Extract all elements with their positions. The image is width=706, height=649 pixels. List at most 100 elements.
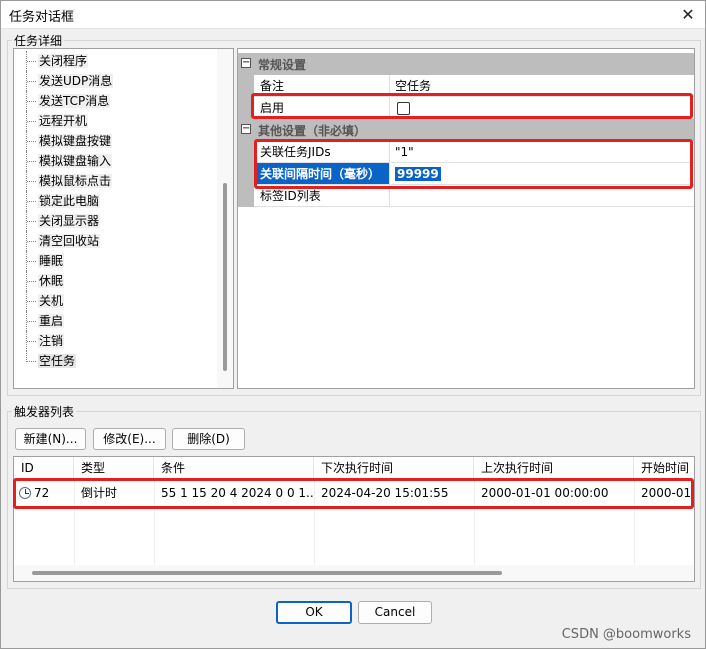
prop-interval-name: 关联间隔时间（毫秒） — [254, 163, 390, 185]
tree-item-label: 重启 — [38, 314, 65, 328]
prop-tag-ids-name: 标签ID列表 — [254, 185, 390, 207]
col-start[interactable]: 开始时间 — [634, 457, 694, 480]
tree-branch-line — [26, 191, 36, 211]
tree-item[interactable]: 睡眠 — [14, 251, 219, 271]
watermark: CSDN @boomworks — [561, 627, 691, 642]
tree-item[interactable]: 关闭程序 — [14, 51, 219, 71]
prop-remark-value[interactable]: 空任务 — [391, 75, 694, 97]
tree-item-label: 关闭程序 — [38, 54, 89, 68]
category-other-label: 其他设置（非必填） — [258, 124, 367, 138]
tree-item[interactable]: 休眠 — [14, 271, 219, 291]
tree-branch-line — [26, 151, 36, 171]
collapse-icon[interactable]: − — [241, 58, 251, 68]
trigger-list-header: ID 类型 条件 下次执行时间 上次执行时间 开始时间 — [14, 457, 694, 480]
category-general[interactable]: − 常规设置 — [238, 53, 694, 75]
tree-scrollbar[interactable] — [217, 49, 233, 388]
clock-icon — [19, 487, 31, 499]
task-type-tree[interactable]: 关闭程序发送UDP消息 发送TCP消息 远程开机模拟键盘按键 模拟键盘输入 模拟鼠标点击… — [13, 48, 234, 389]
prop-enable-name: 启用 — [254, 97, 390, 119]
tree-item-label: 关机 — [38, 294, 65, 308]
tree-item[interactable]: 发送TCP消息 — [14, 91, 219, 111]
tree-item-label: 远程开机 — [38, 114, 89, 128]
prop-related-ids-value[interactable]: "1" — [391, 141, 694, 163]
ok-button[interactable]: OK — [276, 601, 352, 624]
trigger-list-legend: 触发器列表 — [14, 405, 75, 419]
prop-tag-ids-value[interactable] — [391, 185, 694, 207]
tree-item-label: 发送TCP消息 — [38, 94, 111, 108]
close-icon[interactable]: ✕ — [677, 4, 699, 26]
tree-branch-line — [26, 331, 36, 351]
tree-scrollbar-thumb[interactable] — [223, 183, 227, 371]
category-other[interactable]: − 其他设置（非必填） — [238, 119, 694, 141]
prop-interval[interactable]: 关联间隔时间（毫秒） 99999 — [238, 163, 694, 185]
tree-item[interactable]: 模拟鼠标点击 — [14, 171, 219, 191]
category-general-label: 常规设置 — [258, 58, 307, 72]
tree-branch-line — [26, 271, 36, 291]
trigger-list[interactable]: ID 类型 条件 下次执行时间 上次执行时间 开始时间 72 倒计时 55 1 … — [13, 456, 695, 582]
tree-item[interactable]: 锁定此电脑 — [14, 191, 219, 211]
collapse-icon[interactable]: − — [241, 124, 251, 134]
tree-item[interactable]: 模拟键盘按键 — [14, 131, 219, 151]
tree-item-label: 模拟键盘输入 — [38, 154, 113, 168]
prop-remark[interactable]: 备注 空任务 — [238, 75, 694, 97]
tree-item[interactable]: 注销 — [14, 331, 219, 351]
cell-start: 2000-01-... — [641, 486, 695, 500]
interval-value-text[interactable]: 99999 — [395, 167, 441, 181]
tree-item[interactable]: 重启 — [14, 311, 219, 331]
tree-branch-line — [26, 231, 36, 251]
col-type[interactable]: 类型 — [74, 457, 154, 480]
tree-item[interactable]: 发送UDP消息 — [14, 71, 219, 91]
tree-item-label: 睡眠 — [38, 254, 65, 268]
enable-checkbox[interactable] — [397, 102, 410, 115]
tree-branch-line — [26, 71, 36, 91]
cancel-button[interactable]: Cancel — [358, 601, 432, 624]
trigger-list-scrollbar-thumb[interactable] — [32, 571, 502, 575]
cell-condition: 55 1 15 20 4 2024 0 0 1... — [161, 486, 314, 500]
tree-item[interactable]: 远程开机 — [14, 111, 219, 131]
tree-item[interactable]: 空任务 — [14, 351, 219, 371]
tree-branch-line — [26, 351, 36, 362]
prop-interval-value[interactable]: 99999 — [391, 163, 694, 185]
tree-branch-line — [26, 291, 36, 311]
col-id[interactable]: ID — [14, 457, 74, 480]
tree-item-label: 模拟键盘按键 — [38, 134, 113, 148]
table-row[interactable]: 72 倒计时 55 1 15 20 4 2024 0 0 1... 2024-0… — [14, 481, 695, 505]
tree-branch-line — [26, 91, 36, 111]
prop-enable[interactable]: 启用 — [238, 97, 694, 119]
trigger-list-scrollbar[interactable] — [14, 565, 694, 581]
cell-id: 72 — [14, 481, 74, 505]
prop-related-ids-name: 关联任务JIDs — [254, 141, 390, 163]
prop-tag-ids[interactable]: 标签ID列表 — [238, 185, 694, 207]
prop-enable-value — [391, 97, 694, 119]
tree-item-label: 关闭显示器 — [38, 214, 101, 228]
tree-item[interactable]: 模拟键盘输入 — [14, 151, 219, 171]
cell-last-run: 2000-01-01 00:00:00 — [481, 486, 609, 500]
tree-branch-line — [26, 111, 36, 131]
tree-item[interactable]: 清空回收站 — [14, 231, 219, 251]
tree-item[interactable]: 关机 — [14, 291, 219, 311]
prop-remark-name: 备注 — [254, 75, 390, 97]
tree-branch-line — [26, 251, 36, 271]
col-condition[interactable]: 条件 — [154, 457, 314, 480]
col-next-run[interactable]: 下次执行时间 — [314, 457, 474, 480]
tree-item-label: 空任务 — [38, 354, 77, 368]
tree-branch-line — [26, 311, 36, 331]
prop-related-ids[interactable]: 关联任务JIDs "1" — [238, 141, 694, 163]
tree-item-label: 休眠 — [38, 274, 65, 288]
property-grid-blank — [238, 207, 694, 388]
tree-branch-line — [26, 51, 36, 71]
cell-next-run: 2024-04-20 15:01:55 — [321, 486, 449, 500]
cell-type: 倒计时 — [81, 486, 118, 500]
tree-item-label: 锁定此电脑 — [38, 194, 101, 208]
tree-branch-line — [26, 131, 36, 151]
tree-branch-line — [26, 171, 36, 191]
col-last-run[interactable]: 上次执行时间 — [474, 457, 634, 480]
tree-items: 关闭程序发送UDP消息 发送TCP消息 远程开机模拟键盘按键 模拟键盘输入 模拟鼠标点击… — [14, 51, 219, 371]
tree-item-label: 发送UDP消息 — [38, 74, 114, 88]
tree-item[interactable]: 关闭显示器 — [14, 211, 219, 231]
window-title: 任务对话框 — [9, 10, 75, 25]
edit-trigger-button[interactable]: 修改(E)... — [93, 428, 166, 450]
new-trigger-button[interactable]: 新建(N)... — [15, 428, 86, 450]
delete-trigger-button[interactable]: 删除(D) — [172, 428, 245, 450]
tree-item-label: 模拟鼠标点击 — [38, 174, 113, 188]
